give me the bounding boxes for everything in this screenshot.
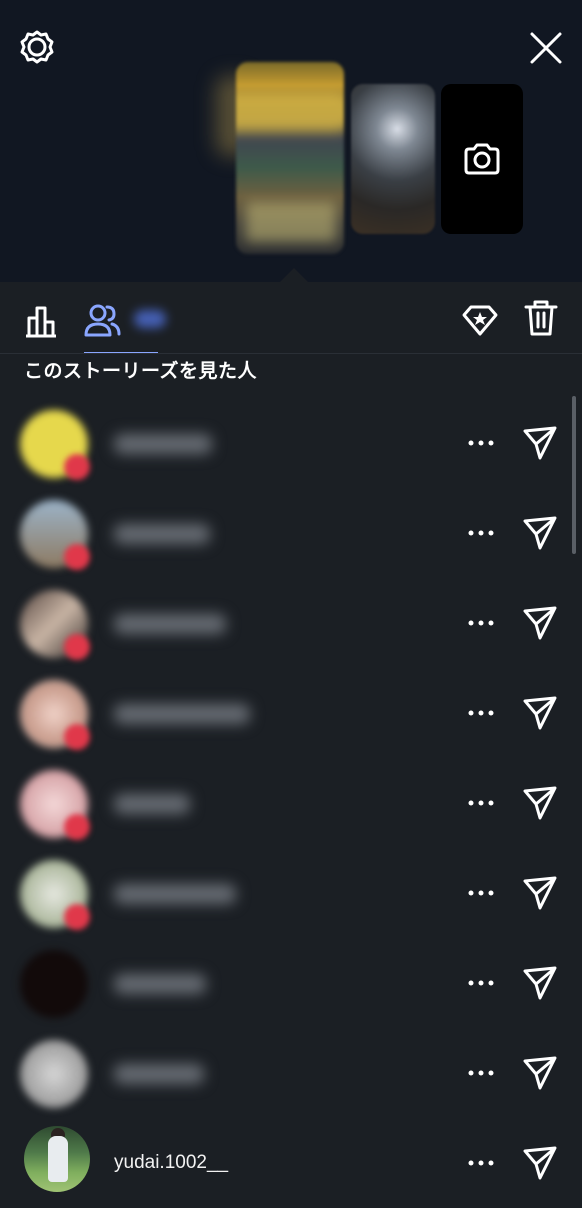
like-badge-icon — [64, 904, 90, 930]
viewer-username[interactable] — [114, 1062, 204, 1086]
more-horizontal-icon[interactable] — [466, 608, 496, 638]
avatar[interactable] — [24, 1126, 90, 1192]
more-horizontal-icon[interactable] — [466, 788, 496, 818]
viewer-row[interactable] — [0, 938, 582, 1028]
story-thumbnail-next[interactable] — [351, 84, 435, 234]
send-icon[interactable] — [521, 513, 559, 551]
like-badge-icon — [64, 454, 90, 480]
people-icon[interactable] — [83, 302, 121, 340]
selected-story-pointer — [280, 268, 308, 282]
avatar[interactable] — [20, 950, 88, 1018]
viewer-row[interactable] — [0, 758, 582, 848]
bar-chart-icon[interactable] — [22, 302, 60, 340]
like-badge-icon — [64, 814, 90, 840]
send-icon[interactable] — [521, 1053, 559, 1091]
more-horizontal-icon[interactable] — [466, 1148, 496, 1178]
viewer-row[interactable] — [0, 398, 582, 488]
viewer-username[interactable] — [114, 522, 210, 546]
player-figure — [48, 1136, 68, 1182]
like-badge-icon — [64, 544, 90, 570]
scrollbar[interactable] — [572, 396, 576, 554]
gear-icon[interactable] — [18, 28, 56, 66]
avatar[interactable] — [20, 410, 90, 480]
viewer-row[interactable] — [0, 848, 582, 938]
more-horizontal-icon[interactable] — [466, 878, 496, 908]
send-icon[interactable] — [521, 1143, 559, 1181]
avatar[interactable] — [20, 500, 90, 570]
like-badge-icon — [64, 634, 90, 660]
highlight-star-icon[interactable] — [460, 300, 500, 340]
avatar[interactable] — [20, 1040, 88, 1108]
story-preview-header — [0, 0, 582, 282]
avatar[interactable] — [20, 770, 90, 840]
viewers-title: このストーリーズを見た人 — [24, 361, 258, 382]
viewer-row[interactable] — [0, 1028, 582, 1118]
send-icon[interactable] — [521, 963, 559, 1001]
avatar[interactable] — [20, 680, 90, 750]
story-thumbnail-current[interactable] — [236, 62, 344, 254]
camera-icon[interactable] — [461, 138, 503, 180]
send-icon[interactable] — [521, 603, 559, 641]
viewer-username[interactable] — [114, 612, 226, 636]
avatar[interactable] — [20, 590, 90, 660]
send-icon[interactable] — [521, 693, 559, 731]
close-icon[interactable] — [526, 28, 566, 68]
send-icon[interactable] — [521, 783, 559, 821]
like-badge-icon — [64, 724, 90, 750]
avatar[interactable] — [20, 860, 90, 930]
viewer-row[interactable] — [0, 578, 582, 668]
viewer-username[interactable] — [114, 792, 190, 816]
viewer-row[interactable] — [0, 668, 582, 758]
more-horizontal-icon[interactable] — [466, 968, 496, 998]
send-icon[interactable] — [521, 423, 559, 461]
viewer-username[interactable] — [114, 432, 212, 456]
viewer-username[interactable] — [114, 972, 206, 996]
divider — [0, 353, 582, 354]
viewer-username[interactable] — [114, 702, 250, 726]
trash-icon[interactable] — [522, 298, 560, 338]
more-horizontal-icon[interactable] — [466, 428, 496, 458]
more-horizontal-icon[interactable] — [466, 698, 496, 728]
viewer-username[interactable] — [114, 882, 236, 906]
send-icon[interactable] — [521, 873, 559, 911]
viewer-row[interactable] — [0, 488, 582, 578]
viewer-count-badge — [134, 310, 166, 328]
more-horizontal-icon[interactable] — [466, 518, 496, 548]
more-horizontal-icon[interactable] — [466, 1058, 496, 1088]
viewer-username[interactable]: yudai.1002__ — [114, 1152, 228, 1174]
